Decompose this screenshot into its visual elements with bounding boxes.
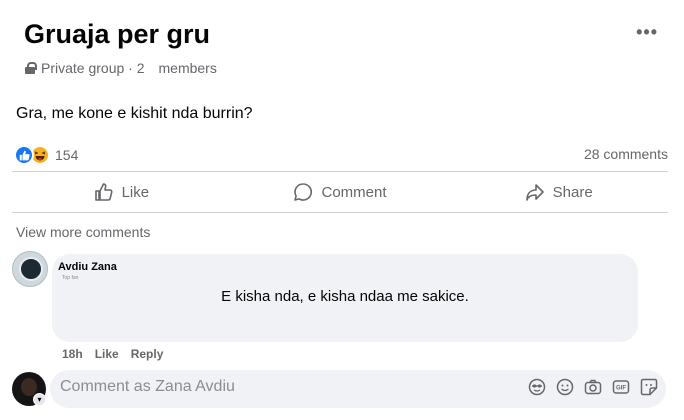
avatar-sticker-icon[interactable] bbox=[528, 378, 546, 396]
comment-meta: 18h Like Reply bbox=[62, 347, 163, 361]
group-privacy: Private group · 2 bbox=[41, 60, 145, 76]
post-card: ••• Gruaja per gru Private group · 2 mem… bbox=[0, 0, 684, 420]
avatar-image bbox=[21, 378, 37, 396]
thumbs-up-icon bbox=[94, 182, 114, 202]
comment-like-button[interactable]: Like bbox=[95, 347, 119, 361]
reactions-summary[interactable]: 154 bbox=[14, 145, 78, 165]
avatar-image bbox=[19, 257, 43, 281]
comment-bubble-icon bbox=[293, 182, 313, 202]
share-arrow-icon bbox=[525, 182, 545, 202]
chevron-down-icon[interactable]: ▾ bbox=[33, 393, 46, 406]
like-label: Like bbox=[121, 183, 150, 201]
divider bbox=[12, 171, 668, 172]
composer-icons: GIF bbox=[528, 378, 658, 396]
comment-timestamp[interactable]: 18h bbox=[62, 347, 83, 361]
comments-count[interactable]: 28 comments bbox=[584, 146, 668, 162]
group-meta: Private group · 2 members bbox=[25, 60, 217, 76]
post-actions: Like Comment Share bbox=[12, 174, 668, 210]
comment-author-badge: Top fan bbox=[62, 275, 79, 281]
comment-text: E kisha nda, e kisha ndaa me sakice. bbox=[221, 288, 469, 305]
svg-text:GIF: GIF bbox=[616, 386, 626, 392]
reaction-count: 154 bbox=[55, 147, 79, 163]
lock-icon bbox=[25, 62, 37, 74]
comment-button[interactable]: Comment bbox=[231, 174, 450, 210]
post-text: Gra, me kone e kishit nda burrin? bbox=[16, 105, 253, 122]
commenter-avatar[interactable] bbox=[12, 251, 48, 287]
sticker-icon[interactable] bbox=[640, 378, 658, 396]
emoji-icon[interactable] bbox=[556, 378, 574, 396]
divider bbox=[12, 212, 668, 213]
like-icon bbox=[14, 145, 34, 165]
comment-reply-button[interactable]: Reply bbox=[131, 347, 164, 361]
comment-composer: GIF bbox=[50, 370, 666, 408]
share-label: Share bbox=[552, 183, 593, 201]
comment-input[interactable] bbox=[60, 378, 460, 396]
share-button[interactable]: Share bbox=[449, 174, 668, 210]
comment-label: Comment bbox=[321, 183, 387, 201]
gif-icon[interactable]: GIF bbox=[612, 378, 630, 396]
comment-author[interactable]: Avdiu Zana bbox=[58, 261, 117, 273]
camera-icon[interactable] bbox=[584, 378, 602, 396]
group-members-link[interactable]: members bbox=[159, 60, 217, 76]
group-title[interactable]: Gruaja per gru bbox=[24, 19, 210, 50]
like-button[interactable]: Like bbox=[12, 174, 231, 210]
more-options-icon[interactable]: ••• bbox=[636, 22, 658, 42]
view-more-comments-link[interactable]: View more comments bbox=[16, 224, 150, 240]
comment-bubble: Avdiu Zana Top fan E kisha nda, e kisha … bbox=[52, 254, 638, 342]
